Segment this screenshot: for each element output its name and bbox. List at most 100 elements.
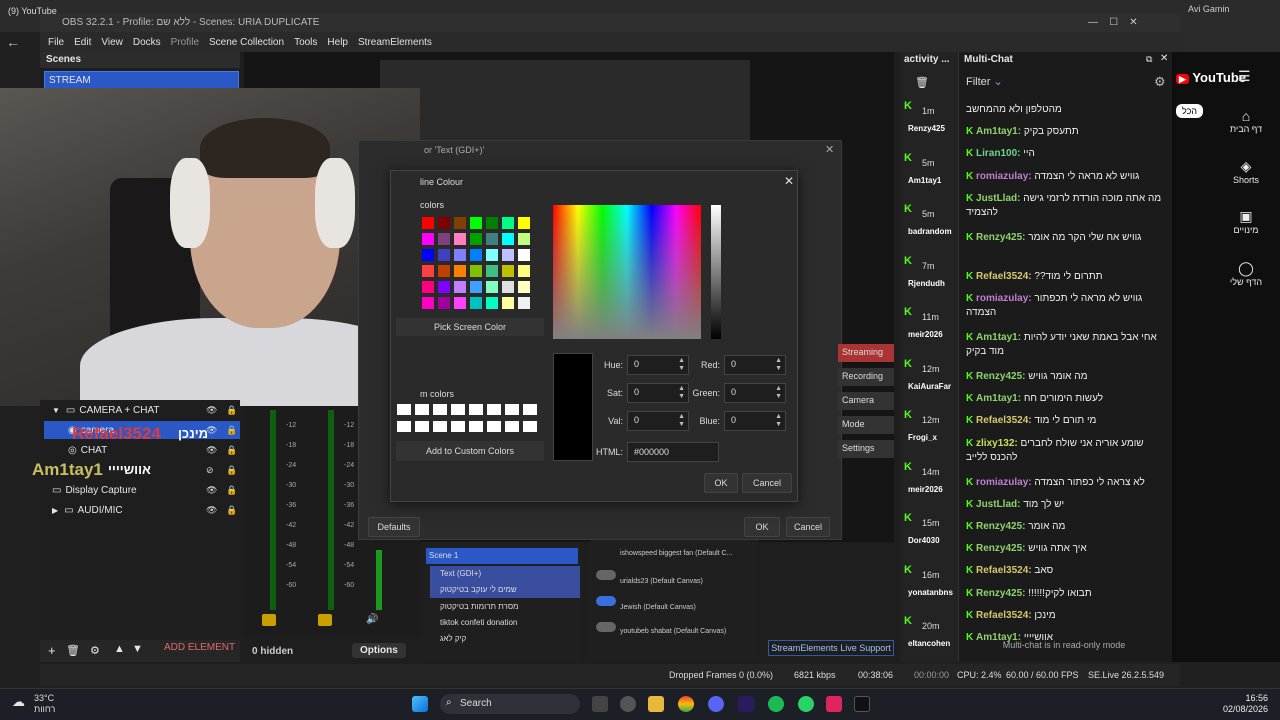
- streamelements-support-button[interactable]: StreamElements Live Support: [768, 640, 894, 656]
- activity-item[interactable]: K 16m yonatanbns: [904, 564, 958, 604]
- sat-spinbox[interactable]: 0 ▲ ▼: [627, 383, 689, 403]
- color-swatch[interactable]: [502, 265, 514, 277]
- color-swatch[interactable]: [438, 265, 450, 277]
- color-swatch[interactable]: [438, 249, 450, 261]
- task-view-icon[interactable]: [592, 696, 608, 712]
- studio-mode-button[interactable]: Mode: [838, 416, 894, 434]
- menu-help[interactable]: Help: [327, 37, 348, 48]
- custom-swatch[interactable]: [523, 420, 537, 432]
- chat-username[interactable]: romiazulay:: [976, 171, 1032, 182]
- obs-app-icon[interactable]: [620, 696, 636, 712]
- color-swatch[interactable]: [422, 281, 434, 293]
- color-swatch[interactable]: [438, 281, 450, 293]
- color-swatch[interactable]: [518, 249, 530, 261]
- color-swatch[interactable]: [502, 249, 514, 261]
- menu-view[interactable]: View: [101, 37, 123, 48]
- custom-swatch[interactable]: [433, 404, 447, 415]
- color-swatch[interactable]: [422, 265, 434, 277]
- color-swatch[interactable]: [454, 265, 466, 277]
- toggle-switch[interactable]: [596, 596, 616, 606]
- color-swatch[interactable]: [518, 281, 530, 293]
- scene-list-row[interactable]: מסרת תרומות בטיקטוק: [430, 599, 580, 615]
- speaker-icon[interactable]: 🔊: [366, 614, 378, 625]
- nav-you[interactable]: ◯ הדף שלי: [1228, 260, 1264, 287]
- source-row-audio-mic[interactable]: ▶ ▭ AUDI/MIC 👁 🔒: [44, 501, 240, 519]
- nav-subscriptions[interactable]: ▣ מינויים: [1228, 208, 1264, 235]
- custom-swatch[interactable]: [451, 420, 465, 432]
- color-swatch[interactable]: [422, 217, 434, 229]
- menu-tools[interactable]: Tools: [294, 37, 317, 48]
- chat-username[interactable]: Refael3524:: [976, 271, 1032, 282]
- custom-swatch[interactable]: [397, 404, 411, 415]
- popout-icon[interactable]: ⧉: [1146, 54, 1152, 65]
- chat-username[interactable]: Am1tay1:: [976, 126, 1021, 137]
- chat-username[interactable]: romiazulay:: [976, 293, 1032, 304]
- start-recording-button[interactable]: Recording: [838, 368, 894, 386]
- color-swatch[interactable]: [438, 233, 450, 245]
- custom-swatch[interactable]: [469, 404, 483, 415]
- color-swatch[interactable]: [518, 233, 530, 245]
- gear-icon[interactable]: ⚙: [1154, 74, 1166, 90]
- menu-streamelements[interactable]: StreamElements: [358, 37, 432, 48]
- color-swatch[interactable]: [454, 297, 466, 309]
- menu-edit[interactable]: Edit: [74, 37, 91, 48]
- activity-item[interactable]: K 12m KaiAuraFar: [904, 358, 958, 398]
- hamburger-menu-icon[interactable]: ☰: [1238, 68, 1251, 85]
- trash-icon[interactable]: 🗑: [915, 76, 929, 89]
- custom-swatch[interactable]: [469, 420, 483, 432]
- virtual-camera-button[interactable]: Camera: [838, 392, 894, 410]
- chrome-icon[interactable]: [678, 696, 694, 712]
- ok-button[interactable]: OK: [744, 517, 780, 537]
- taskbar-clock[interactable]: 16:56 02/08/2026: [1222, 693, 1268, 715]
- color-swatch[interactable]: [486, 265, 498, 277]
- scene-list-row[interactable]: Text (GDI+): [430, 566, 580, 582]
- tiktok-icon[interactable]: [854, 696, 870, 712]
- weather-widget[interactable]: 33°C רחוות: [34, 693, 55, 715]
- activity-item[interactable]: K 5m badrandom: [904, 203, 958, 243]
- ok-button[interactable]: OK: [704, 473, 738, 493]
- menu-scene-collection[interactable]: Scene Collection: [209, 37, 284, 48]
- luminance-slider[interactable]: [711, 205, 721, 339]
- color-swatch[interactable]: [470, 233, 482, 245]
- color-swatch[interactable]: [486, 281, 498, 293]
- color-swatch[interactable]: [518, 217, 530, 229]
- taskbar-search[interactable]: Search: [440, 694, 580, 714]
- activity-item[interactable]: K 11m meir2026: [904, 306, 958, 346]
- chat-username[interactable]: Renzy425:: [976, 543, 1025, 554]
- green-spinbox[interactable]: 0 ▲ ▼: [724, 383, 786, 403]
- chat-username[interactable]: Refael3524:: [976, 610, 1032, 621]
- color-swatch[interactable]: [454, 249, 466, 261]
- cancel-button[interactable]: Cancel: [742, 473, 792, 493]
- scene-list-row[interactable]: Scene 1: [426, 548, 578, 564]
- activity-item[interactable]: K 12m Frogi_x: [904, 409, 958, 449]
- chat-username[interactable]: Refael3524:: [976, 565, 1032, 576]
- source-list-row[interactable]: ishowspeed biggest fan (Default C...: [620, 550, 780, 557]
- defaults-button[interactable]: Defaults: [368, 517, 420, 537]
- youtube-chip[interactable]: הכל: [1176, 104, 1204, 118]
- source-row-camera-chat[interactable]: ▼ ▭ CAMERA + CHAT 👁 🔒: [44, 401, 240, 419]
- multichat-filter-dropdown[interactable]: Filter ⌄: [966, 75, 1003, 88]
- color-swatch[interactable]: [502, 217, 514, 229]
- color-swatch[interactable]: [502, 233, 514, 245]
- file-explorer-icon[interactable]: [648, 696, 664, 712]
- scene-list-row[interactable]: קיק לאג: [430, 631, 580, 647]
- chat-username[interactable]: romiazulay:: [976, 477, 1032, 488]
- custom-swatch[interactable]: [523, 404, 537, 415]
- source-list-row[interactable]: Jewish (Default Canvas): [620, 604, 780, 611]
- move-up-icon[interactable]: ▲: [114, 643, 125, 655]
- chat-username[interactable]: Refael3524:: [976, 415, 1032, 426]
- discord-icon[interactable]: [708, 696, 724, 712]
- chat-username[interactable]: Am1tay1:: [976, 393, 1021, 404]
- custom-swatch[interactable]: [415, 404, 429, 415]
- val-spinbox[interactable]: 0 ▲ ▼: [627, 411, 689, 431]
- color-swatch[interactable]: [470, 265, 482, 277]
- settings-button[interactable]: Settings: [838, 440, 894, 458]
- color-swatch[interactable]: [486, 233, 498, 245]
- pick-screen-color-button[interactable]: Pick Screen Color: [396, 318, 544, 336]
- eye-icon[interactable]: 👁: [206, 505, 217, 516]
- blue-spinbox[interactable]: 0 ▲ ▼: [724, 411, 786, 431]
- color-swatch[interactable]: [518, 297, 530, 309]
- start-streaming-button[interactable]: Streaming: [838, 344, 894, 362]
- move-down-icon[interactable]: ▼: [132, 643, 143, 655]
- whatsapp-icon[interactable]: [798, 696, 814, 712]
